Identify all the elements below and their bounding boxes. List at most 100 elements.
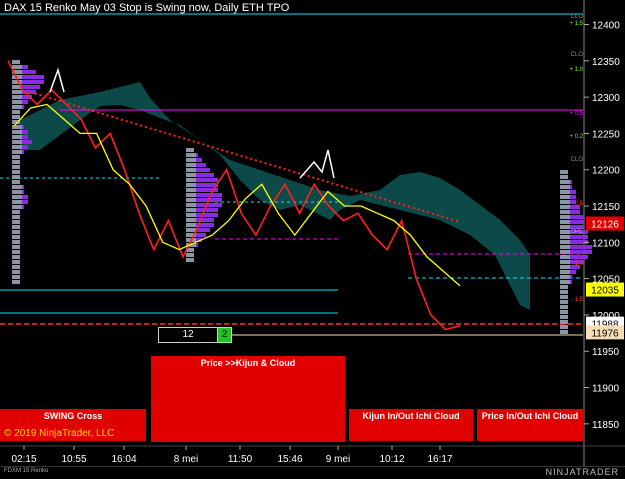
tpo-cell bbox=[12, 185, 22, 189]
tpo-cell bbox=[186, 208, 196, 212]
tpo-cell bbox=[186, 158, 196, 162]
tpo-cell bbox=[560, 220, 570, 224]
tpo-cell bbox=[12, 180, 20, 184]
tpo-cell bbox=[560, 330, 568, 334]
tpo-cell bbox=[12, 280, 20, 284]
tpo-cell bbox=[12, 135, 22, 139]
tpo-cell bbox=[560, 185, 570, 189]
tpo-cell bbox=[560, 240, 570, 244]
tpo-cell bbox=[560, 195, 570, 199]
swing-high-marker bbox=[49, 67, 65, 93]
tpo-cell bbox=[12, 210, 20, 214]
kijun-cloud-panel[interactable]: Price >>Kijun & Cloud bbox=[151, 356, 345, 442]
x-tick-label: 02:15 bbox=[11, 454, 36, 465]
tpo-cell bbox=[560, 280, 570, 284]
y-tick-label: 11850 bbox=[592, 420, 620, 431]
tpo-cell bbox=[560, 250, 570, 254]
x-tick-label: 9 mei bbox=[326, 454, 350, 465]
count-badge: 2 bbox=[217, 327, 232, 343]
tpo-cell bbox=[12, 225, 20, 229]
tpo-cell bbox=[12, 205, 22, 209]
kijun-ichi-label: Kijun In/Out Ichi Cloud bbox=[362, 411, 460, 421]
tpo-cell bbox=[12, 150, 22, 154]
tpo-cell bbox=[12, 90, 22, 94]
level-label: + 1.5 bbox=[569, 21, 583, 27]
tpo-cell bbox=[12, 275, 20, 279]
tpo-cell bbox=[560, 190, 570, 194]
tpo-cell bbox=[186, 148, 194, 152]
right-level-labels: CLO+ 1.5CLO+ 1.0+ 0.5+ 0.2CLO- 0.5OPE- 1… bbox=[569, 14, 583, 303]
y-tick-label: 12100 bbox=[592, 238, 620, 249]
x-tick-label: 15:46 bbox=[277, 454, 302, 465]
level-label: + 1.0 bbox=[569, 67, 583, 73]
tpo-cell bbox=[12, 245, 20, 249]
tpo-cell bbox=[186, 253, 194, 257]
instrument-label: FDXM 15 Renko bbox=[4, 468, 49, 474]
tpo-cell bbox=[12, 235, 20, 239]
tpo-cell bbox=[12, 215, 20, 219]
x-tick-label: 11:50 bbox=[228, 454, 253, 465]
tpo-cell bbox=[186, 223, 196, 227]
swing-cross-label: SWING Cross bbox=[43, 411, 103, 421]
tpo-cell bbox=[12, 220, 20, 224]
tpo-cell bbox=[186, 258, 194, 262]
copyright-text: © 2019 NinjaTrader, LLC bbox=[4, 428, 115, 439]
tpo-cell bbox=[560, 175, 568, 179]
tpo-cell bbox=[560, 305, 568, 309]
tpo-cell bbox=[186, 193, 196, 197]
level-label: CLO bbox=[571, 157, 584, 163]
x-tick-label: 16:17 bbox=[427, 454, 452, 465]
tpo-cell bbox=[560, 210, 570, 214]
tpo-cell bbox=[12, 125, 22, 129]
tpo-cell bbox=[560, 225, 570, 229]
level-label: OPE bbox=[570, 229, 583, 235]
tpo-cell bbox=[12, 130, 22, 134]
level-label: + 0.5 bbox=[569, 111, 583, 117]
level-label: - 0.5 bbox=[571, 201, 584, 207]
tpo-cell bbox=[12, 240, 20, 244]
tpo-cell bbox=[560, 205, 570, 209]
cloud-area bbox=[20, 82, 530, 310]
tpo-cell bbox=[560, 315, 568, 319]
level-label: CLO bbox=[571, 14, 584, 20]
tpo-cell bbox=[12, 190, 22, 194]
tpo-cell bbox=[560, 255, 570, 259]
tpo-cell bbox=[186, 198, 196, 202]
horizontal-levels bbox=[0, 13, 583, 336]
tpo-cell bbox=[12, 80, 22, 84]
footer-bar: FDXM 15 Renko NINJATRADER bbox=[0, 466, 625, 479]
price-tag-label: 11976 bbox=[591, 328, 619, 339]
time-axis: 02:15 10:55 16:04 8 mei 11:50 15:46 9 mei 10:12… bbox=[11, 446, 453, 465]
tpo-cell bbox=[12, 170, 20, 174]
level-label: + 0.2 bbox=[569, 134, 583, 140]
tpo-cell bbox=[12, 200, 22, 204]
tpo-cell bbox=[12, 145, 22, 149]
ichimoku-cloud bbox=[20, 82, 530, 310]
tpo-cell bbox=[560, 215, 570, 219]
tpo-cell bbox=[560, 320, 568, 324]
chart-title: DAX 15 Renko May 03 Stop is Swing now, D… bbox=[4, 2, 290, 14]
tpo-cell bbox=[12, 140, 22, 144]
bar-counter-box: 12 bbox=[158, 327, 218, 343]
level-label: CLO bbox=[571, 52, 584, 58]
tpo-cell bbox=[12, 250, 20, 254]
y-tick-label: 12250 bbox=[592, 129, 620, 140]
tpo-cell bbox=[12, 155, 20, 159]
tpo-cell bbox=[12, 115, 20, 119]
kijun-cloud-label: Price >>Kijun & Cloud bbox=[200, 358, 296, 368]
kijun-ichi-panel[interactable]: Kijun In/Out Ichi Cloud bbox=[349, 409, 473, 441]
tpo-cell bbox=[560, 310, 568, 314]
tpo-cell bbox=[560, 170, 568, 174]
tpo-cell bbox=[12, 65, 22, 69]
y-tick-label: 12350 bbox=[592, 57, 620, 68]
tpo-cell bbox=[186, 163, 196, 167]
tpo-cell bbox=[186, 153, 196, 157]
price-ichi-panel[interactable]: Price In/Out Ichi Cloud bbox=[477, 409, 583, 441]
tpo-cell bbox=[560, 290, 568, 294]
tpo-cell bbox=[560, 275, 570, 279]
tpo-cell bbox=[560, 230, 570, 234]
tpo-cell bbox=[12, 100, 22, 104]
tpo-cell bbox=[12, 230, 20, 234]
price-tag-label: 12035 bbox=[591, 286, 619, 297]
y-tick-label: 12200 bbox=[592, 166, 620, 177]
